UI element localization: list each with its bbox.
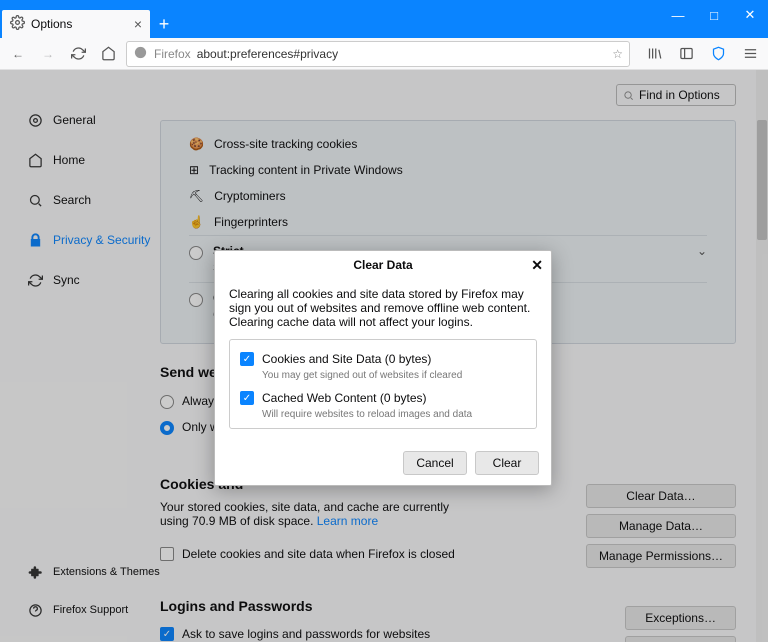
sidebar-icon[interactable]: [674, 42, 698, 66]
checkbox-cached-content[interactable]: ✓ Cached Web Content (0 bytes): [240, 387, 526, 409]
clear-button[interactable]: Clear: [475, 451, 539, 475]
library-icon[interactable]: [642, 42, 666, 66]
gear-icon: [10, 15, 25, 33]
tab-close-icon[interactable]: ×: [134, 16, 142, 32]
window-minimize[interactable]: —: [660, 0, 696, 30]
dialog-title: Clear Data: [353, 258, 412, 272]
nav-toolbar: ← → Firefox about:preferences#privacy ☆: [0, 38, 768, 70]
clear-data-dialog: Clear Data ✕ Clearing all cookies and si…: [214, 250, 552, 486]
shield-icon[interactable]: [706, 42, 730, 66]
home-button[interactable]: [96, 42, 120, 66]
window-maximize[interactable]: □: [696, 0, 732, 30]
checkbox-label: Cookies and Site Data (0 bytes): [262, 352, 431, 366]
tab-options[interactable]: Options ×: [2, 10, 150, 38]
tab-strip: Options × +: [0, 8, 768, 38]
url-bar[interactable]: Firefox about:preferences#privacy ☆: [126, 41, 630, 67]
cancel-button[interactable]: Cancel: [403, 451, 467, 475]
forward-button[interactable]: →: [36, 42, 60, 66]
dialog-close-icon[interactable]: ✕: [531, 257, 543, 274]
identity-icon: [133, 45, 148, 63]
back-button[interactable]: ←: [6, 42, 30, 66]
checkbox-cookies-sitedata[interactable]: ✓ Cookies and Site Data (0 bytes): [240, 348, 526, 370]
new-tab-button[interactable]: +: [150, 10, 178, 38]
checkbox-icon: ✓: [240, 352, 254, 366]
url-identity: Firefox: [154, 47, 191, 61]
dialog-intro: Clearing all cookies and site data store…: [229, 287, 537, 329]
checkbox-sublabel: You may get signed out of websites if cl…: [262, 370, 526, 381]
reload-button[interactable]: [66, 42, 90, 66]
url-path: about:preferences#privacy: [197, 47, 338, 61]
checkbox-label: Cached Web Content (0 bytes): [262, 391, 427, 405]
menu-icon[interactable]: [738, 42, 762, 66]
tab-label: Options: [31, 17, 72, 31]
checkbox-sublabel: Will require websites to reload images a…: [262, 409, 526, 420]
bookmark-star-icon[interactable]: ☆: [612, 47, 623, 61]
window-close[interactable]: ✕: [732, 0, 768, 30]
checkbox-icon: ✓: [240, 391, 254, 405]
